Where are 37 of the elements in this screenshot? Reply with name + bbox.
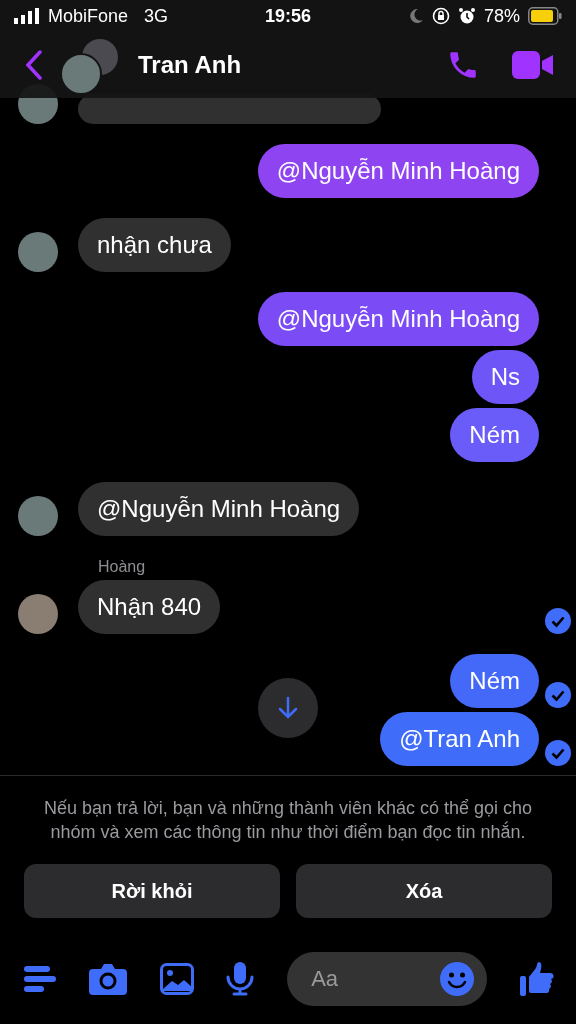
- seen-check-icon: [544, 740, 571, 766]
- signal-icon: [14, 8, 40, 24]
- menu-icon[interactable]: [24, 964, 56, 994]
- clock-time: 19:56: [265, 5, 312, 27]
- alarm-icon: [458, 7, 476, 25]
- notice-text: Nếu bạn trả lời, bạn và những thành viên khác có thể gọi cho nhóm và xem các thông tin như thời điểm bạn đọc tin nhắn.: [42, 797, 534, 844]
- thumbs-up-icon[interactable]: [520, 961, 556, 997]
- sender-name: Hoàng: [97, 558, 147, 576]
- carrier-name: MobiFone: [48, 5, 129, 27]
- rotation-lock-icon: [432, 7, 450, 25]
- message-input-field[interactable]: Aa: [287, 952, 488, 1006]
- delete-button[interactable]: Xóa: [296, 864, 552, 918]
- moon-icon: [408, 8, 424, 24]
- battery-percent: 78%: [484, 5, 520, 27]
- battery-icon: [528, 7, 562, 25]
- seen-check-icon: [544, 682, 571, 708]
- leave-button[interactable]: Rời khỏi: [24, 864, 280, 918]
- message-bubble: @Nguyễn Minh Hoàng: [257, 292, 539, 346]
- chat-title: Tran Anh: [138, 51, 243, 79]
- scroll-down-button[interactable]: [258, 678, 318, 738]
- smiley-icon[interactable]: [439, 961, 476, 997]
- video-camera-icon[interactable]: [512, 50, 554, 80]
- message-bubble: Nhận 840: [78, 580, 221, 634]
- camera-icon[interactable]: [88, 963, 127, 995]
- message-bubble: @Nguyễn Minh Hoàng: [257, 144, 539, 198]
- message-bubble: Ném: [450, 408, 539, 462]
- network-type: 3G: [144, 5, 169, 27]
- message-bubble: Ném: [450, 654, 539, 708]
- message-bubble: @Tran Anh: [380, 712, 539, 766]
- image-icon[interactable]: [159, 963, 194, 995]
- message-bubble: Ns: [471, 350, 539, 404]
- message-bubble: nhận chưa: [78, 218, 231, 272]
- seen-check-icon: [544, 608, 571, 634]
- back-icon[interactable]: [26, 50, 42, 80]
- down-arrow-icon: [277, 696, 299, 720]
- message-bubble: @Nguyễn Minh Hoàng: [78, 482, 360, 536]
- microphone-icon[interactable]: [226, 962, 255, 996]
